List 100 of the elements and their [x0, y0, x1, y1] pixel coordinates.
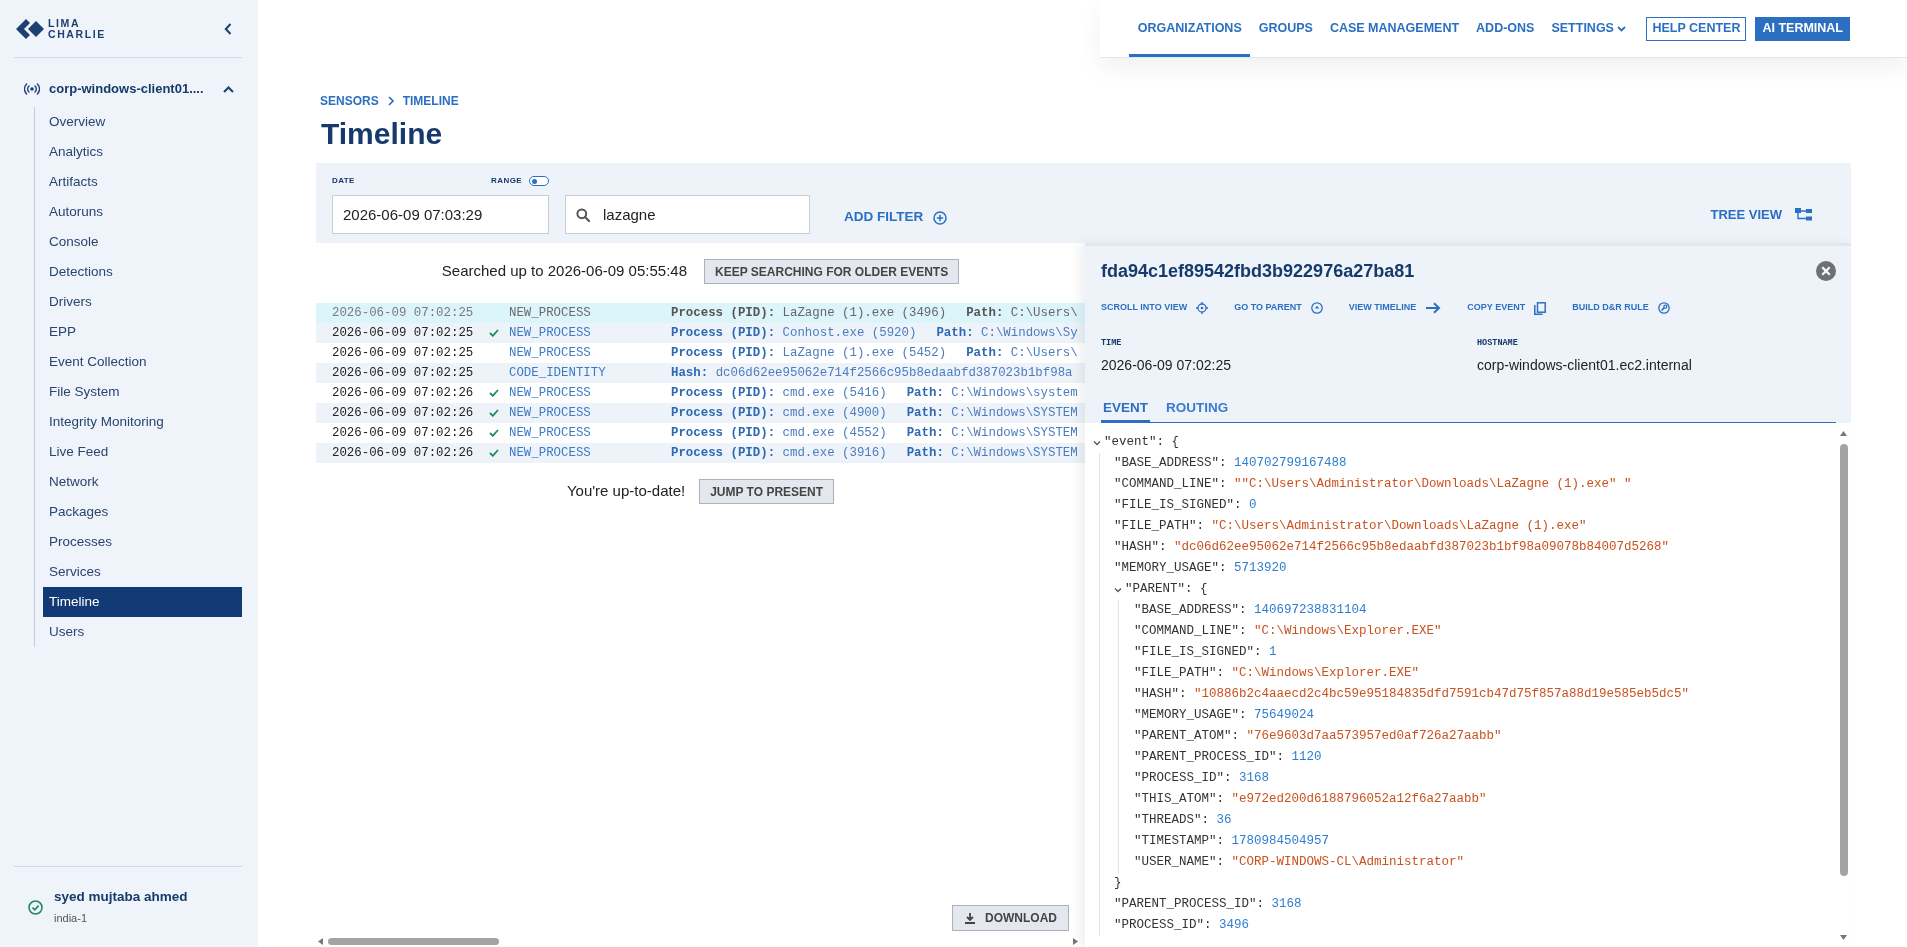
scroll-right-arrow-icon[interactable] — [1073, 938, 1078, 945]
json-key: "HASH": — [1114, 537, 1167, 558]
field-value: LaZagne (1).exe (3496) — [782, 304, 947, 322]
sidebar-nav-item[interactable]: Network — [43, 467, 242, 497]
sidebar-nav-item[interactable]: Detections — [43, 257, 242, 287]
nav-link[interactable]: GROUPS — [1250, 0, 1322, 57]
chevron-down-icon[interactable] — [1114, 585, 1122, 594]
event-row[interactable]: 2026-06-09 07:02:25 NEW_PROCESS Process (PID): Conhost.exe (5920) Path: C:\Windows\Sy — [316, 323, 1085, 343]
copy-icon — [1534, 301, 1547, 315]
json-brace: { — [1171, 434, 1180, 451]
action-link[interactable]: SCROLL INTO VIEW — [1101, 299, 1209, 317]
sidebar-nav-item[interactable]: Autoruns — [43, 197, 242, 227]
sidebar-nav-item[interactable]: Processes — [43, 527, 242, 557]
tree-view-button[interactable]: TREE VIEW — [1710, 195, 1812, 234]
jump-to-present-button[interactable]: JUMP TO PRESENT — [699, 479, 835, 504]
event-time: 2026-06-09 07:02:25 — [332, 344, 475, 362]
chevron-down-icon[interactable] — [1093, 438, 1101, 447]
event-row[interactable]: 2026-06-09 07:02:25 CODE_IDENTITY Hash: dc06d62ee95062e714f2566c95b8edaabfd387023b1bf98a — [316, 363, 1085, 383]
event-row[interactable]: 2026-06-09 07:02:26 NEW_PROCESS Process (PID): cmd.exe (4900) Path: C:\Windows\SYSTEM — [316, 403, 1085, 423]
action-link[interactable]: COPY EVENT — [1467, 299, 1547, 317]
field-label: Path: — [906, 444, 944, 462]
sidebar-nav-item[interactable]: Artifacts — [43, 167, 242, 197]
keep-searching-button[interactable]: KEEP SEARCHING FOR OLDER EVENTS — [704, 259, 960, 284]
field-value: C:\Windows\SYSTEM — [951, 404, 1078, 422]
breadcrumb-link[interactable]: SENSORS — [320, 92, 379, 110]
crosshair-icon — [1196, 302, 1209, 314]
scroll-up-arrow-icon[interactable] — [1840, 431, 1847, 436]
json-value: 1780984504957 — [1231, 833, 1330, 850]
sidebar-nav-item[interactable]: Analytics — [43, 137, 242, 167]
panel-tab[interactable]: ROUTING — [1164, 397, 1231, 423]
field-label: Hash: — [671, 364, 709, 382]
chevron-up-icon[interactable] — [223, 85, 234, 93]
json-key: "FILE_PATH": — [1114, 516, 1204, 537]
json-key: "MEMORY_USAGE": — [1134, 705, 1247, 726]
sidebar-nav-item[interactable]: File System — [43, 377, 242, 407]
close-icon[interactable] — [1816, 261, 1836, 281]
field-label: Path: — [966, 344, 1004, 362]
field-value: C:\Windows\system — [951, 384, 1078, 402]
sidebar-nav-item[interactable]: Live Feed — [43, 437, 242, 467]
nav-link[interactable]: ORGANIZATIONS — [1129, 0, 1251, 57]
json-key: "PROCESS_ID": — [1134, 768, 1232, 789]
sidebar-nav-item[interactable]: Timeline — [43, 587, 242, 617]
field-value: C:\Users\ — [1010, 304, 1078, 322]
field-value: Conhost.exe (5920) — [782, 324, 917, 342]
date-field[interactable]: 2026-06-09 07:03:29 — [332, 195, 549, 234]
json-brace: { — [1200, 581, 1208, 598]
sidebar-nav-item[interactable]: Users — [43, 617, 242, 647]
sidebar-nav-item[interactable]: Console — [43, 227, 242, 257]
action-link[interactable]: GO TO PARENT — [1234, 299, 1323, 317]
add-filter-button[interactable]: ADD FILTER — [844, 195, 948, 234]
sidebar-nav-item[interactable]: Packages — [43, 497, 242, 527]
search-field[interactable]: lazagne — [565, 195, 810, 234]
event-type: NEW_PROCESS — [509, 384, 592, 402]
json-key: "MEMORY_USAGE": — [1114, 558, 1227, 579]
json-key: "BASE_ADDRESS": — [1114, 453, 1227, 474]
event-row[interactable]: 2026-06-09 07:02:26 NEW_PROCESS Process (PID): cmd.exe (3916) Path: C:\Windows\SYSTEM — [316, 443, 1085, 463]
plus-circle-icon — [933, 210, 948, 225]
breadcrumb-link[interactable]: TIMELINE — [402, 92, 459, 110]
event-type: CODE_IDENTITY — [509, 364, 607, 382]
json-key: "PARENT_PROCESS_ID": — [1114, 894, 1265, 915]
sidebar-nav-item[interactable]: Integrity Monitoring — [43, 407, 242, 437]
download-button[interactable]: DOWNLOAD — [952, 905, 1069, 931]
scroll-down-arrow-icon[interactable] — [1840, 935, 1847, 940]
action-link[interactable]: BUILD D&R RULE — [1572, 299, 1670, 317]
scroll-left-arrow-icon[interactable] — [318, 938, 323, 945]
sensor-name[interactable]: corp-windows-client01.... — [49, 79, 204, 99]
right-arrow-icon — [1425, 302, 1442, 314]
field-label: Path: — [966, 304, 1004, 322]
sidebar-nav-item[interactable]: Overview — [43, 107, 242, 137]
range-toggle[interactable] — [529, 176, 549, 186]
sidebar-nav-item[interactable]: Drivers — [43, 287, 242, 317]
nav-link[interactable]: SETTINGS — [1542, 0, 1635, 57]
field-label: DATE — [332, 175, 355, 187]
action-link[interactable]: VIEW TIMELINE — [1348, 299, 1442, 317]
scrollbar-thumb[interactable] — [328, 938, 499, 945]
field-label: Process (PID): — [671, 384, 776, 402]
up-to-date-text: You're up-to-date! — [566, 481, 686, 502]
nav-link[interactable]: CASE MANAGEMENT — [1321, 0, 1468, 57]
download-icon — [964, 912, 976, 924]
help-center-button[interactable]: HELP CENTER — [1646, 16, 1747, 41]
sidebar-nav-item[interactable]: Event Collection — [43, 347, 242, 377]
ai-terminal-button[interactable]: AI TERMINAL — [1755, 16, 1850, 41]
scrollbar-thumb[interactable] — [1839, 444, 1848, 876]
chevron-left-icon[interactable] — [224, 22, 232, 35]
field-label: Path: — [936, 324, 974, 342]
event-row[interactable]: 2026-06-09 07:02:25 NEW_PROCESS Process (PID): LaZagne (1).exe (3496) Path: C:\Users\ — [316, 303, 1085, 323]
event-type: NEW_PROCESS — [509, 424, 592, 442]
sidebar-nav-item[interactable]: EPP — [43, 317, 242, 347]
json-key: "TIMESTAMP": — [1134, 831, 1224, 852]
json-value: "dc06d62ee95062e714f2566c95b8edaabfd387023b1bf98a09078b84007d5268" — [1174, 539, 1670, 556]
event-time: 2026-06-09 07:02:26 — [332, 384, 475, 402]
event-time: 2026-06-09 07:02:25 — [332, 364, 475, 382]
json-value: 75649024 — [1254, 707, 1315, 724]
json-key: "PROCESS_ID": — [1114, 915, 1212, 936]
json-key: "FILE_IS_SIGNED": — [1114, 495, 1242, 516]
sidebar-nav-item[interactable]: Services — [43, 557, 242, 587]
nav-link[interactable]: ADD-ONS — [1467, 0, 1543, 57]
json-value: 1120 — [1291, 749, 1322, 766]
event-time: 2026-06-09 07:02:26 — [332, 424, 475, 442]
json-value: 36 — [1216, 812, 1232, 829]
